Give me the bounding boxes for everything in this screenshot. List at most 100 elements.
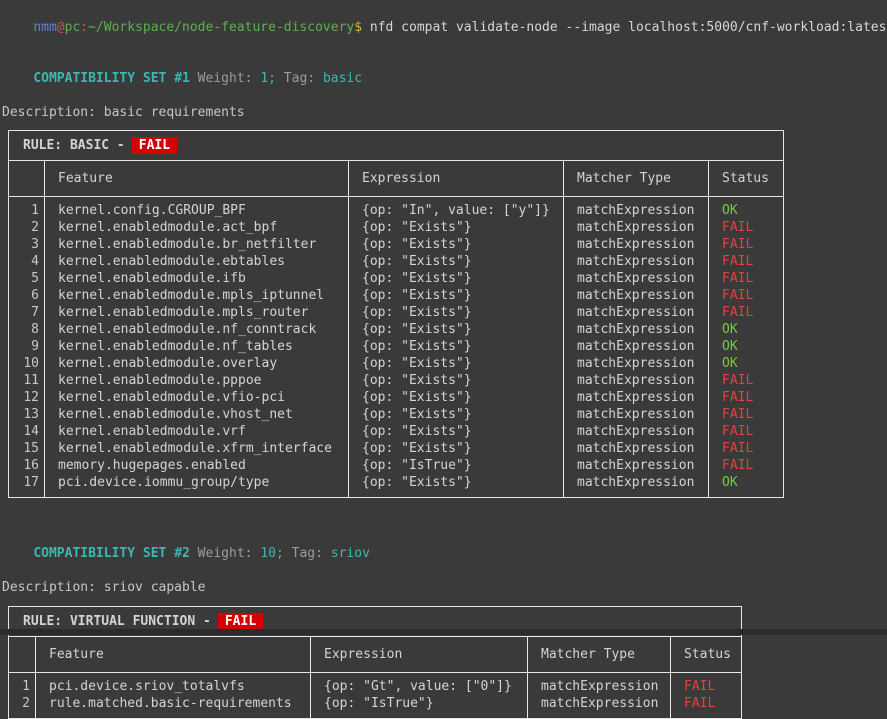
tag-label: Tag: — [276, 71, 323, 86]
status-cell: FAIL — [709, 406, 784, 423]
rule-table-virtual-function: RULE: VIRTUAL FUNCTION - FAIL Feature Exp… — [8, 606, 742, 719]
expression-cell: {op: "Exists"} — [349, 355, 564, 372]
table-row: 16memory.hugepages.enabled{op: "IsTrue"}… — [9, 457, 784, 474]
matcher-cell: matchExpression — [564, 474, 709, 498]
matcher-cell: matchExpression — [564, 219, 709, 236]
feature-cell: memory.hugepages.enabled — [45, 457, 349, 474]
compat-set-1-heading: COMPATIBILITY SET #1 Weight: 1; Tag: bas… — [2, 53, 887, 104]
feature-cell: kernel.enabledmodule.ebtables — [45, 253, 349, 270]
row-number: 12 — [9, 389, 45, 406]
set-title: COMPATIBILITY SET #2 — [33, 546, 190, 561]
table-row: 5kernel.enabledmodule.ifb{op: "Exists"}m… — [9, 270, 784, 287]
row-number: 1 — [9, 197, 45, 220]
matcher-cell: matchExpression — [564, 270, 709, 287]
table-row: 17pci.device.iommu_group/type{op: "Exist… — [9, 474, 784, 498]
set-2-description: Description: sriov capable — [2, 579, 887, 596]
status-cell: FAIL — [709, 236, 784, 253]
table-row: 14kernel.enabledmodule.vrf{op: "Exists"}… — [9, 423, 784, 440]
feature-cell: kernel.enabledmodule.ifb — [45, 270, 349, 287]
matcher-cell: matchExpression — [564, 355, 709, 372]
status-cell: FAIL — [709, 423, 784, 440]
feature-cell: kernel.enabledmodule.br_netfilter — [45, 236, 349, 253]
prompt-at: @ — [57, 20, 65, 35]
feature-cell: pci.device.sriov_totalvfs — [36, 673, 311, 696]
weight-value: 1; — [260, 71, 276, 86]
table-row: 1kernel.config.CGROUP_BPF{op: "In", valu… — [9, 197, 784, 220]
row-number: 4 — [9, 253, 45, 270]
status-cell: FAIL — [709, 457, 784, 474]
table-row: 10kernel.enabledmodule.overlay{op: "Exis… — [9, 355, 784, 372]
matcher-cell: matchExpression — [564, 423, 709, 440]
expression-cell: {op: "Exists"} — [349, 236, 564, 253]
status-badge: FAIL — [132, 137, 177, 154]
expression-cell: {op: "IsTrue"} — [311, 695, 528, 719]
row-number: 6 — [9, 287, 45, 304]
table-row: 12kernel.enabledmodule.vfio-pci{op: "Exi… — [9, 389, 784, 406]
column-header-feature: Feature — [36, 637, 311, 673]
row-number: 9 — [9, 338, 45, 355]
row-number: 13 — [9, 406, 45, 423]
expression-cell: {op: "Exists"} — [349, 304, 564, 321]
command-text: nfd compat validate-node --image localho… — [362, 20, 887, 35]
terminal-screen[interactable]: nmm@pc:~/Workspace/node-feature-discover… — [0, 0, 887, 719]
column-header-status: Status — [709, 161, 784, 197]
prompt-dollar: $ — [354, 20, 362, 35]
matcher-cell: matchExpression — [564, 338, 709, 355]
weight-value: 10; — [260, 546, 283, 561]
matcher-cell: matchExpression — [564, 440, 709, 457]
feature-cell: kernel.enabledmodule.overlay — [45, 355, 349, 372]
tag-value: sriov — [331, 546, 370, 561]
column-header-expression: Expression — [311, 637, 528, 673]
expression-cell: {op: "Exists"} — [349, 423, 564, 440]
set-1-description: Description: basic requirements — [2, 104, 887, 121]
column-header-matcher: Matcher Type — [564, 161, 709, 197]
expression-cell: {op: "Exists"} — [349, 389, 564, 406]
expression-cell: {op: "Exists"} — [349, 219, 564, 236]
status-cell: FAIL — [709, 372, 784, 389]
status-cell: OK — [709, 474, 784, 498]
tag-label: Tag: — [284, 546, 331, 561]
matcher-cell: matchExpression — [564, 287, 709, 304]
status-cell: FAIL — [671, 695, 742, 719]
table-row: 11kernel.enabledmodule.pppoe{op: "Exists… — [9, 372, 784, 389]
rule-title: RULE: VIRTUAL FUNCTION - — [23, 614, 211, 629]
table-row: 13kernel.enabledmodule.vhost_net{op: "Ex… — [9, 406, 784, 423]
status-badge: FAIL — [218, 613, 263, 630]
row-number: 2 — [9, 219, 45, 236]
matcher-cell: matchExpression — [564, 321, 709, 338]
table-row: 6kernel.enabledmodule.mpls_iptunnel{op: … — [9, 287, 784, 304]
row-number: 17 — [9, 474, 45, 498]
feature-cell: kernel.enabledmodule.vhost_net — [45, 406, 349, 423]
status-cell: FAIL — [671, 673, 742, 696]
table-row: 2rule.matched.basic-requirements{op: "Is… — [9, 695, 742, 719]
feature-cell: kernel.enabledmodule.nf_tables — [45, 338, 349, 355]
column-header-matcher: Matcher Type — [528, 637, 671, 673]
expression-cell: {op: "Exists"} — [349, 406, 564, 423]
expression-cell: {op: "Exists"} — [349, 321, 564, 338]
feature-cell: kernel.enabledmodule.vfio-pci — [45, 389, 349, 406]
row-number: 10 — [9, 355, 45, 372]
column-header-num — [9, 637, 36, 673]
table-row: 3kernel.enabledmodule.br_netfilter{op: "… — [9, 236, 784, 253]
matcher-cell: matchExpression — [564, 236, 709, 253]
status-cell: FAIL — [709, 287, 784, 304]
expression-cell: {op: "Exists"} — [349, 372, 564, 389]
status-cell: FAIL — [709, 219, 784, 236]
expression-cell: {op: "Gt", value: ["0"]} — [311, 673, 528, 696]
expression-cell: {op: "Exists"} — [349, 287, 564, 304]
table-row: 7kernel.enabledmodule.mpls_router{op: "E… — [9, 304, 784, 321]
expression-cell: {op: "Exists"} — [349, 270, 564, 287]
feature-cell: rule.matched.basic-requirements — [36, 695, 311, 719]
feature-cell: kernel.enabledmodule.vrf — [45, 423, 349, 440]
matcher-cell: matchExpression — [564, 389, 709, 406]
weight-label: Weight: — [190, 71, 260, 86]
matcher-cell: matchExpression — [564, 372, 709, 389]
status-cell: OK — [709, 355, 784, 372]
column-header-row: Feature Expression Matcher Type Status — [9, 161, 784, 197]
expression-cell: {op: "In", value: ["y"]} — [349, 197, 564, 220]
table-row: 8kernel.enabledmodule.nf_conntrack{op: "… — [9, 321, 784, 338]
row-number: 1 — [9, 673, 36, 696]
matcher-cell: matchExpression — [564, 406, 709, 423]
table-row: 9kernel.enabledmodule.nf_tables{op: "Exi… — [9, 338, 784, 355]
column-header-row: Feature Expression Matcher Type Status — [9, 637, 742, 673]
